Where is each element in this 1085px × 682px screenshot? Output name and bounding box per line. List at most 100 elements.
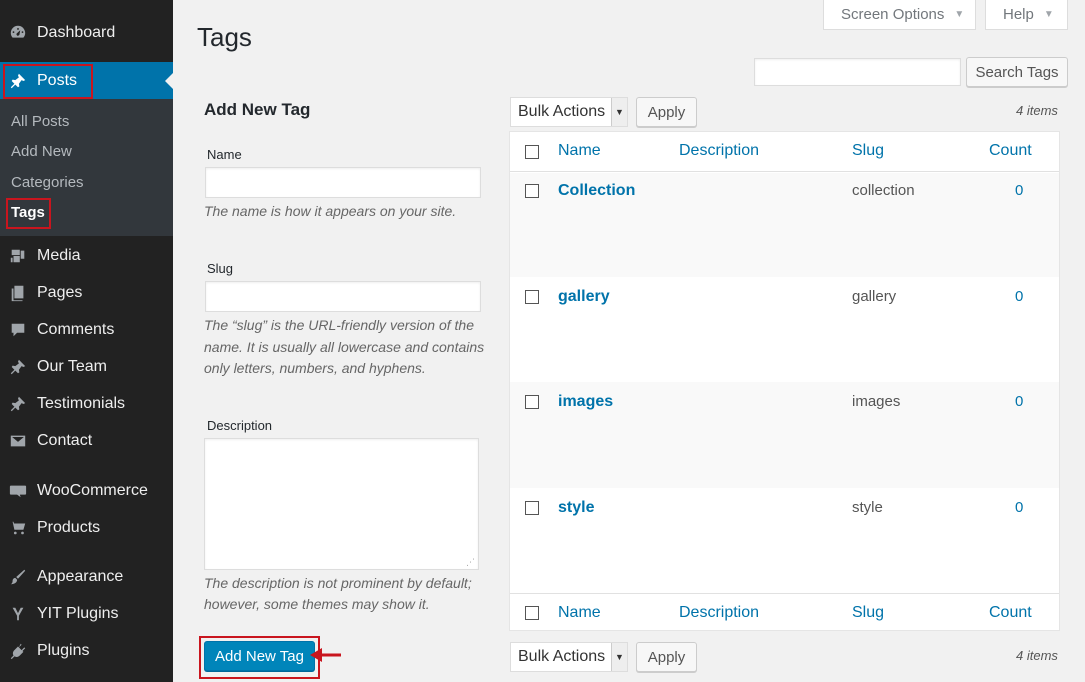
search-input[interactable] <box>754 58 961 86</box>
slug-help-text-line-1: The “slug” is the URL-friendly version o… <box>204 317 474 333</box>
column-header-count[interactable]: Count <box>989 142 1032 160</box>
tags-table: Name Description Slug Count Collection c… <box>509 131 1060 631</box>
menu-item-testimonials[interactable]: Testimonials <box>0 385 173 422</box>
tag-name-link[interactable]: style <box>558 499 594 517</box>
menu-item-contact[interactable]: Contact <box>0 422 173 459</box>
menu-label: Comments <box>37 320 115 338</box>
menu-label: Media <box>37 246 81 264</box>
arrow-left-icon <box>310 648 341 662</box>
items-count-bottom: 4 items <box>1016 648 1058 663</box>
submenu-all-posts[interactable]: All Posts <box>11 113 69 130</box>
slug-field[interactable] <box>205 281 481 312</box>
description-help-text-line-1: The description is not prominent by defa… <box>204 575 472 591</box>
tag-slug: collection <box>852 182 915 199</box>
pages-icon <box>8 283 28 303</box>
items-count-top: 4 items <box>1016 103 1058 118</box>
select-all-checkbox[interactable] <box>525 606 539 620</box>
column-footer-name[interactable]: Name <box>558 604 601 622</box>
search-tags-button[interactable]: Search Tags <box>966 57 1068 87</box>
name-field[interactable] <box>205 167 481 198</box>
bulk-actions-select-bottom[interactable]: Bulk Actions ▼ <box>510 642 628 672</box>
menu-label: Products <box>37 518 101 536</box>
slug-help-text-line-3: only letters, numbers, and hyphens. <box>204 360 426 376</box>
slug-help-text-line-2: name. It is usually all lowercase and co… <box>204 339 485 355</box>
menu-item-pages[interactable]: Pages <box>0 274 173 311</box>
menu-item-products[interactable]: Products <box>0 509 173 546</box>
page-title: Tags <box>197 22 252 52</box>
menu-item-comments[interactable]: Comments <box>0 311 173 348</box>
row-checkbox[interactable] <box>525 290 539 304</box>
menu-item-media[interactable]: Media <box>0 237 173 274</box>
menu-item-woocommerce[interactable]: WooCommerce <box>0 472 173 509</box>
pin-icon <box>8 357 28 377</box>
tags-highlight-box <box>6 198 51 229</box>
row-checkbox[interactable] <box>525 501 539 515</box>
table-footer-row: Name Description Slug Count <box>510 593 1059 631</box>
description-textarea[interactable]: ⋰ <box>204 438 479 570</box>
form-title: Add New Tag <box>204 100 311 119</box>
chevron-down-icon: ▼ <box>611 643 627 671</box>
help-tab[interactable]: Help ▼ <box>985 0 1068 30</box>
column-header-name[interactable]: Name <box>558 142 601 160</box>
add-button-highlight-box <box>199 636 320 679</box>
tag-slug: images <box>852 393 901 410</box>
bulk-actions-select-top[interactable]: Bulk Actions ▼ <box>510 97 628 127</box>
row-checkbox[interactable] <box>525 184 539 198</box>
menu-label: Appearance <box>37 567 124 585</box>
chevron-down-icon: ▼ <box>954 9 965 20</box>
cart-icon <box>8 518 28 538</box>
tag-name-link[interactable]: images <box>558 393 613 411</box>
woocommerce-icon <box>8 481 28 501</box>
plug-icon <box>8 641 28 661</box>
column-footer-description[interactable]: Description <box>679 604 759 622</box>
menu-item-plugins[interactable]: Plugins <box>0 632 173 669</box>
tag-count-link[interactable]: 0 <box>1015 182 1023 199</box>
menu-item-dashboard[interactable]: Dashboard <box>0 14 173 51</box>
select-all-checkbox[interactable] <box>525 145 539 159</box>
yit-icon <box>8 604 28 624</box>
menu-label: Our Team <box>37 357 107 375</box>
menu-label: Testimonials <box>37 394 126 412</box>
screen-options-tab[interactable]: Screen Options ▼ <box>823 0 976 30</box>
menu-label: Contact <box>37 431 93 449</box>
apply-button-bottom[interactable]: Apply <box>636 642 697 672</box>
chevron-down-icon: ▼ <box>611 98 627 126</box>
table-row: images images 0 <box>510 382 1059 488</box>
table-row: style style 0 <box>510 488 1059 593</box>
dashboard-icon <box>8 23 28 43</box>
column-header-slug[interactable]: Slug <box>852 142 884 160</box>
comments-icon <box>8 320 28 340</box>
column-header-description[interactable]: Description <box>679 142 759 160</box>
submenu-add-new[interactable]: Add New <box>11 143 72 160</box>
menu-label: YIT Plugins <box>37 604 119 622</box>
resize-handle-icon[interactable]: ⋰ <box>466 557 475 568</box>
media-icon <box>8 246 28 266</box>
slug-label: Slug <box>207 261 234 276</box>
submenu-categories[interactable]: Categories <box>11 174 84 191</box>
admin-sidebar: Dashboard Posts All Posts Add New Catego… <box>0 0 173 682</box>
apply-button-top[interactable]: Apply <box>636 97 697 127</box>
posts-highlight-box <box>3 64 93 99</box>
row-checkbox[interactable] <box>525 395 539 409</box>
tag-slug: gallery <box>852 288 897 305</box>
brush-icon <box>8 567 28 587</box>
bulk-actions-label: Bulk Actions <box>518 103 606 120</box>
description-help-text-line-2: however, some themes may show it. <box>204 596 430 612</box>
pin-icon <box>8 394 28 414</box>
tag-name-link[interactable]: gallery <box>558 288 610 306</box>
tag-count-link[interactable]: 0 <box>1015 499 1023 516</box>
menu-item-our-team[interactable]: Our Team <box>0 348 173 385</box>
menu-item-appearance[interactable]: Appearance <box>0 558 173 595</box>
menu-label: Pages <box>37 283 83 301</box>
menu-item-yit-plugins[interactable]: YIT Plugins <box>0 595 173 632</box>
help-label: Help <box>1003 6 1034 23</box>
column-footer-count[interactable]: Count <box>989 604 1032 622</box>
tag-name-link[interactable]: Collection <box>558 182 635 200</box>
tag-count-link[interactable]: 0 <box>1015 288 1023 305</box>
column-footer-slug[interactable]: Slug <box>852 604 884 622</box>
tag-count-link[interactable]: 0 <box>1015 393 1023 410</box>
chevron-down-icon: ▼ <box>1043 9 1054 20</box>
table-row: Collection collection 0 <box>510 173 1059 277</box>
mail-icon <box>8 431 28 451</box>
screen-options-label: Screen Options <box>841 6 945 23</box>
